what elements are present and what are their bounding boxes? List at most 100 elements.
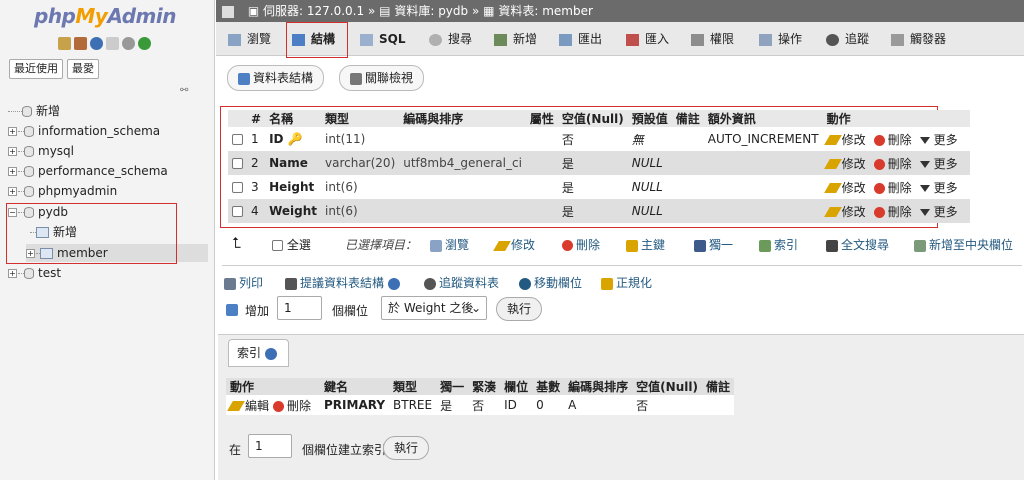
print-link[interactable]: 列印 — [224, 274, 263, 291]
move-icon — [519, 277, 531, 290]
table-row: 4 Weight int(6) 是 NULL 修改 刪除 更多 — [228, 199, 970, 223]
docs-icon[interactable] — [106, 37, 119, 50]
track-table-link[interactable]: 追蹤資料表 — [424, 274, 499, 291]
table-structure-button[interactable]: 資料表結構 — [227, 65, 325, 91]
index-delete-link[interactable]: 刪除 — [273, 397, 311, 414]
header-num: # — [247, 110, 266, 127]
tab-triggers[interactable]: 觸發器 — [891, 28, 946, 52]
reload-icon[interactable] — [138, 37, 151, 50]
index-header-type: 類型 — [389, 378, 437, 395]
row-checkbox[interactable] — [232, 134, 243, 145]
header-name[interactable]: 名稱 — [265, 110, 321, 127]
delete-link[interactable]: 刪除 — [873, 131, 912, 148]
bulk-unique-button[interactable]: 獨一 — [694, 236, 733, 253]
breadcrumb-server[interactable]: 127.0.0.1 — [307, 4, 364, 18]
help-icon[interactable] — [90, 37, 103, 50]
move-columns-link[interactable]: 移動欄位 — [519, 274, 582, 291]
bulk-primary-button[interactable]: 主鍵 — [626, 236, 665, 253]
phpmyadmin-logo[interactable]: phpMyAdmin — [34, 4, 176, 28]
edit-link[interactable]: 修改 — [823, 179, 866, 196]
more-dropdown[interactable]: 更多 — [919, 179, 958, 196]
column-default: NULL — [627, 151, 672, 175]
logout-icon[interactable] — [74, 37, 87, 50]
delete-icon — [873, 182, 885, 194]
tab-operations[interactable]: 操作 — [759, 28, 802, 52]
add-columns-position-select[interactable]: 於 Weight 之後 ⌄ — [381, 296, 487, 320]
tree-item-performance-schema[interactable]: + performance_schema — [8, 162, 168, 180]
add-columns-go-button[interactable]: 執行 — [496, 297, 543, 321]
eye-icon — [826, 33, 839, 46]
tab-tracking[interactable]: 追蹤 — [826, 28, 869, 52]
home-icon[interactable] — [58, 37, 71, 50]
index-edit-link[interactable]: 編輯 — [227, 397, 269, 414]
column-extra: AUTO_INCREMENT — [703, 127, 823, 151]
tab-insert[interactable]: 新增 — [494, 28, 537, 52]
relation-view-button[interactable]: 關聯檢視 — [339, 65, 425, 91]
column-null: 是 — [557, 151, 628, 175]
delete-link[interactable]: 刪除 — [873, 179, 912, 196]
column-attributes — [525, 175, 558, 199]
column-default: NULL — [627, 199, 672, 223]
column-attributes — [525, 199, 558, 223]
edit-link[interactable]: 修改 — [823, 203, 866, 220]
edit-link[interactable]: 修改 — [823, 155, 866, 172]
search-icon — [429, 33, 442, 46]
index-header-packed: 緊湊 — [468, 378, 501, 395]
create-index-count-input[interactable]: 1 — [248, 434, 292, 458]
more-dropdown[interactable]: 更多 — [919, 203, 958, 220]
server-icon: ▣ — [247, 4, 260, 18]
tab-browse[interactable]: 瀏覽 — [228, 28, 271, 52]
more-dropdown[interactable]: 更多 — [919, 155, 958, 172]
tree-item-information-schema[interactable]: + information_schema — [8, 122, 160, 140]
bulk-fulltext-button[interactable]: 全文搜尋 — [826, 236, 889, 253]
settings-icon[interactable] — [122, 37, 135, 50]
row-checkbox[interactable] — [232, 182, 243, 193]
header-default: 預設值 — [627, 110, 672, 127]
breadcrumb-table-label[interactable]: 資料表: — [498, 4, 538, 18]
link-icon[interactable]: ⚯ — [180, 85, 188, 96]
bulk-edit-button[interactable]: 修改 — [493, 236, 535, 253]
help-icon[interactable] — [387, 277, 400, 290]
propose-structure-link[interactable]: 提議資料表結構 — [285, 274, 403, 291]
tree-item-test[interactable]: + test — [8, 264, 61, 282]
bulk-delete-button[interactable]: 刪除 — [562, 236, 600, 253]
check-all[interactable]: 全選 — [272, 236, 311, 253]
recent-button[interactable]: 最近使用 — [9, 59, 63, 79]
create-index-go-button[interactable]: 執行 — [383, 436, 430, 460]
tab-import[interactable]: 匯入 — [626, 28, 669, 52]
tab-search[interactable]: 搜尋 — [429, 28, 472, 52]
normalize-link[interactable]: 正規化 — [601, 274, 652, 291]
breadcrumb-server-label[interactable]: 伺服器: — [263, 4, 303, 18]
header-type: 類型 — [321, 110, 400, 127]
column-attributes — [525, 127, 558, 151]
tab-privileges[interactable]: 權限 — [691, 28, 734, 52]
more-dropdown[interactable]: 更多 — [919, 131, 958, 148]
delete-icon — [873, 134, 885, 146]
bulk-index-button[interactable]: 索引 — [759, 236, 798, 253]
row-checkbox[interactable] — [232, 158, 243, 169]
tree-item-phpmyadmin[interactable]: + phpmyadmin — [8, 182, 117, 200]
column-default: NULL — [627, 175, 672, 199]
tree-item-new[interactable]: 新增 — [8, 102, 60, 120]
pencil-icon — [823, 207, 842, 217]
tab-export[interactable]: 匯出 — [559, 28, 602, 52]
arrow-up-icon: ⮤ — [232, 234, 241, 252]
breadcrumb-table[interactable]: member — [542, 4, 593, 18]
row-checkbox[interactable] — [232, 206, 243, 217]
collapse-icon[interactable] — [222, 5, 234, 18]
delete-link[interactable]: 刪除 — [873, 155, 912, 172]
breadcrumb-database-label[interactable]: 資料庫: — [394, 4, 434, 18]
bulk-central-columns-button[interactable]: 新增至中央欄位 — [914, 236, 1013, 253]
with-selected-label: 已選擇項目： — [345, 238, 418, 252]
help-icon[interactable] — [264, 347, 277, 360]
breadcrumb-database[interactable]: pydb — [438, 4, 468, 18]
add-columns-count-input[interactable]: 1 — [277, 296, 322, 320]
check-all-checkbox[interactable] — [272, 240, 283, 251]
tree-item-mysql[interactable]: + mysql — [8, 142, 74, 160]
index-comment — [702, 395, 734, 415]
tab-sql[interactable]: SQL — [360, 28, 406, 52]
edit-link[interactable]: 修改 — [823, 131, 866, 148]
delete-link[interactable]: 刪除 — [873, 203, 912, 220]
bulk-browse-button[interactable]: 瀏覽 — [430, 236, 469, 253]
favorites-button[interactable]: 最愛 — [67, 59, 99, 79]
